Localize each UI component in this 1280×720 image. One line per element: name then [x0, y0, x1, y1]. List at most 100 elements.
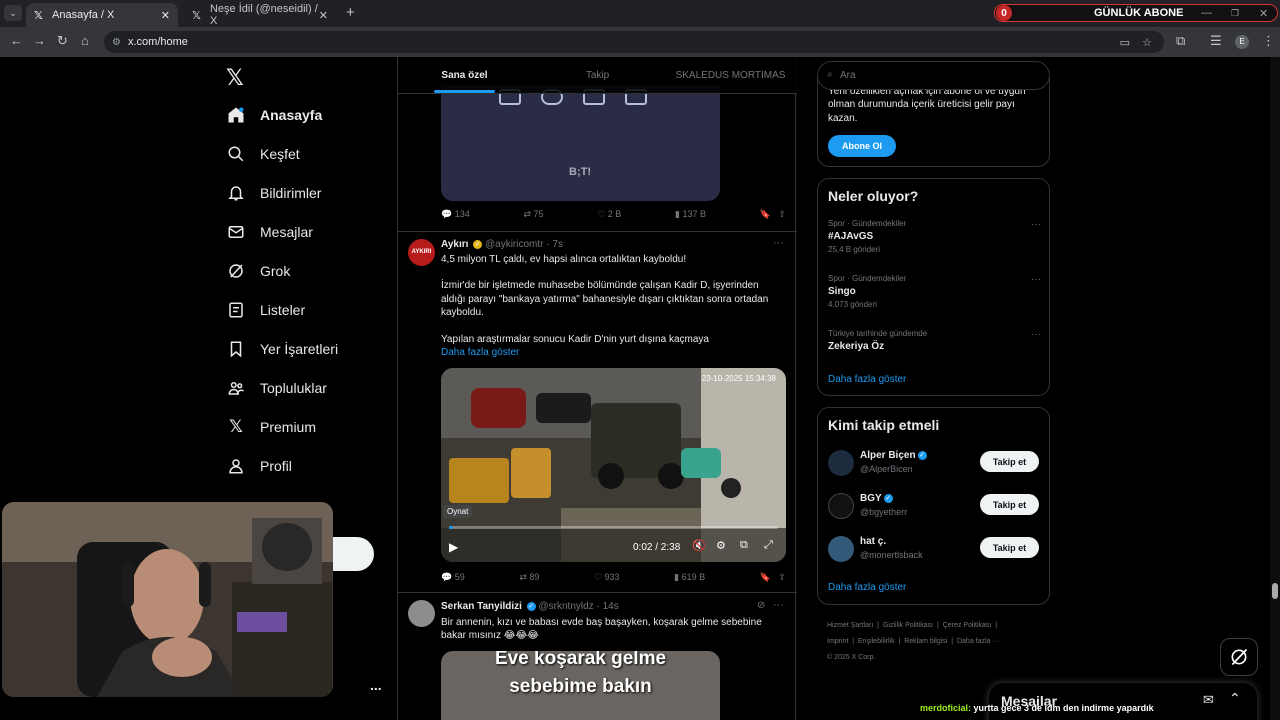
mute-icon[interactable]: 🔇 — [692, 539, 706, 552]
back-arrow-icon[interactable]: ← — [10, 33, 23, 48]
author-name[interactable]: Aykırı — [441, 239, 468, 250]
follow-suggestion[interactable]: Alper Biçen ✓ @AlperBicen Takip et — [828, 448, 1041, 480]
reply-button[interactable]: 💬 59 — [441, 572, 465, 583]
minimize-icon[interactable]: — — [1201, 7, 1212, 19]
views-button[interactable]: ▮ 137 B — [675, 209, 706, 220]
settings-gear-icon[interactable]: ⚙ — [716, 539, 726, 552]
profile-avatar-icon[interactable]: E — [1235, 35, 1249, 49]
footer-link[interactable]: Erişilebilirlik — [858, 638, 895, 645]
footer-link[interactable]: Hizmet Şartları — [827, 622, 873, 629]
trend-item[interactable]: Spor · Gündemdekiler #AJAvGS 25,4 B gönd… — [828, 219, 1041, 254]
fullscreen-icon[interactable]: ⤢ — [764, 539, 773, 552]
nav-item-explore[interactable]: Keşfet — [226, 144, 300, 164]
show-more-link[interactable]: Daha fazla göster — [441, 346, 786, 359]
nav-item-grok[interactable]: Grok — [226, 261, 290, 281]
nav-item-premium[interactable]: 𝕏 Premium — [226, 417, 316, 437]
trend-more-icon[interactable]: ··· — [1031, 329, 1041, 340]
nav-item-notifications[interactable]: Bildirimler — [226, 183, 321, 203]
install-app-icon[interactable]: ▭ — [1120, 36, 1130, 49]
new-tab-button[interactable]: + — [346, 4, 355, 21]
trend-more-icon[interactable]: ··· — [1031, 219, 1041, 230]
search-input[interactable]: ⌕ Ara — [817, 61, 1050, 90]
post-video[interactable]: 23-10-2025 15:34:38 Oynat ▶ 0:02 / 2:38 … — [441, 368, 786, 562]
restore-icon[interactable]: ❐ — [1231, 8, 1239, 19]
views-button[interactable]: ▮ 619 B — [674, 572, 705, 583]
nav-item-bookmarks[interactable]: Yer İşaretleri — [226, 339, 338, 359]
reading-list-icon[interactable]: ☰ — [1210, 33, 1222, 49]
nav-item-communities[interactable]: Topluluklar — [226, 378, 327, 398]
footer-link[interactable]: Gizlilik Politikası — [883, 622, 933, 629]
home-icon[interactable]: ⌂ — [81, 33, 89, 48]
footer-link[interactable]: Reklam bilgisi — [904, 638, 947, 645]
post-time[interactable]: 7s — [552, 239, 563, 250]
messages-drawer[interactable]: Mesajlar ✉ ⌃ — [989, 683, 1257, 720]
footer-link[interactable]: Daha fazla ··· — [957, 638, 999, 645]
extensions-icon[interactable]: ⧉ — [1176, 33, 1185, 49]
repost-button[interactable]: ⇄ 75 — [523, 209, 543, 220]
author-handle[interactable]: @srkntnyldz — [539, 601, 594, 612]
bookmark-icon[interactable]: 🔖 — [760, 209, 771, 219]
follow-suggestion[interactable]: hat ç. @monertlsback Takip et — [828, 534, 1041, 566]
avatar[interactable] — [408, 600, 435, 627]
trends-show-more-link[interactable]: Daha fazla göster — [828, 374, 906, 385]
reload-icon[interactable]: ↻ — [57, 33, 68, 49]
x-logo-icon[interactable]: 𝕏 — [226, 65, 244, 91]
follow-button[interactable]: Takip et — [980, 494, 1039, 515]
post1-actions: 💬 59 ⇄ 89 ♡ 933 ▮ 619 B 🔖 ⇪ — [441, 572, 786, 583]
follow-button[interactable]: Takip et — [980, 537, 1039, 558]
post-text: Bir annenin, kızı ve babası evde baş baş… — [441, 617, 762, 642]
footer-link[interactable]: Imprint — [827, 638, 848, 645]
reply-button[interactable]: 💬 134 — [441, 209, 470, 220]
video-progress-track[interactable] — [449, 526, 778, 529]
nav-item-messages[interactable]: Mesajlar — [226, 222, 313, 242]
window-close-icon[interactable]: ✕ — [1259, 7, 1268, 20]
trend-item[interactable]: Spor · Gündemdekiler Singo 4.073 gönderi… — [828, 274, 1041, 309]
like-button[interactable]: ♡ 933 — [594, 572, 620, 583]
tab-search-button[interactable]: ⌄ — [4, 5, 22, 21]
follow-show-more-link[interactable]: Daha fazla göster — [828, 582, 906, 593]
browser-tab-home[interactable]: 𝕏 Anasayfa / X ✕ — [26, 3, 178, 27]
play-icon[interactable]: ▶ — [449, 540, 458, 554]
follow-suggestion[interactable]: BGY ✓ @bgyetherr Takip et — [828, 491, 1041, 523]
page-scrollbar[interactable] — [1270, 57, 1280, 720]
account-more-icon[interactable]: ... — [370, 677, 382, 693]
footer-link[interactable]: Çerez Politikası — [943, 622, 992, 629]
follow-button[interactable]: Takip et — [980, 451, 1039, 472]
browser-tab-profile[interactable]: 𝕏 Neşe İdil (@neseidil) / X ✕ — [184, 3, 336, 27]
browser-menu-icon[interactable]: ⋮ — [1262, 33, 1275, 49]
close-icon[interactable]: ✕ — [319, 9, 328, 22]
share-icon[interactable]: ⇪ — [778, 209, 786, 219]
site-info-icon[interactable]: ⚙ — [112, 37, 121, 48]
grok-icon[interactable]: ⊘ — [757, 600, 765, 611]
avatar[interactable]: AYKIRI — [408, 239, 435, 266]
bookmark-icon[interactable]: 🔖 — [760, 572, 771, 582]
tab-for-you[interactable]: Sana özel — [398, 57, 531, 93]
post-image[interactable]: Eve koşarak gelme sebebime bakın — [441, 651, 720, 720]
bookmark-star-icon[interactable]: ☆ — [1142, 36, 1152, 49]
tab-list[interactable]: SKALEDUS MORTIMAS — [664, 57, 797, 93]
post-more-icon[interactable]: ··· — [773, 237, 784, 249]
close-icon[interactable]: ✕ — [161, 9, 170, 22]
share-icon[interactable]: ⇪ — [778, 572, 786, 582]
like-button[interactable]: ♡ 2 B — [597, 209, 621, 220]
scrollbar-thumb[interactable] — [1272, 583, 1278, 599]
tab-following[interactable]: Takip — [531, 57, 664, 93]
chevron-up-icon[interactable]: ⌃ — [1229, 690, 1241, 707]
trend-item[interactable]: Türkiye tarihinde gündemde Zekeriya Öz ·… — [828, 329, 1041, 352]
forward-arrow-icon[interactable]: → — [33, 33, 46, 48]
repost-button[interactable]: ⇄ 89 — [519, 572, 539, 583]
new-message-icon[interactable]: ✉ — [1203, 692, 1214, 708]
post-time[interactable]: 14s — [603, 601, 619, 612]
trend-more-icon[interactable]: ··· — [1031, 274, 1041, 285]
pip-icon[interactable]: ⧉ — [740, 539, 748, 552]
nav-item-lists[interactable]: Listeler — [226, 300, 305, 320]
nav-item-home[interactable]: Anasayfa — [226, 105, 322, 125]
post-more-icon[interactable]: ··· — [773, 599, 784, 611]
author-handle[interactable]: @aykiricomtr — [485, 239, 544, 250]
prev-post-image[interactable]: B;T! — [441, 85, 720, 201]
author-name[interactable]: Serkan Tanyildizi — [441, 601, 522, 612]
nav-item-profile[interactable]: Profil — [226, 456, 292, 476]
grok-floating-button[interactable] — [1220, 638, 1258, 676]
address-bar[interactable]: ⚙ x.com/home ▭ ☆ — [104, 31, 1164, 53]
subscribe-button[interactable]: Abone Ol — [828, 135, 896, 157]
